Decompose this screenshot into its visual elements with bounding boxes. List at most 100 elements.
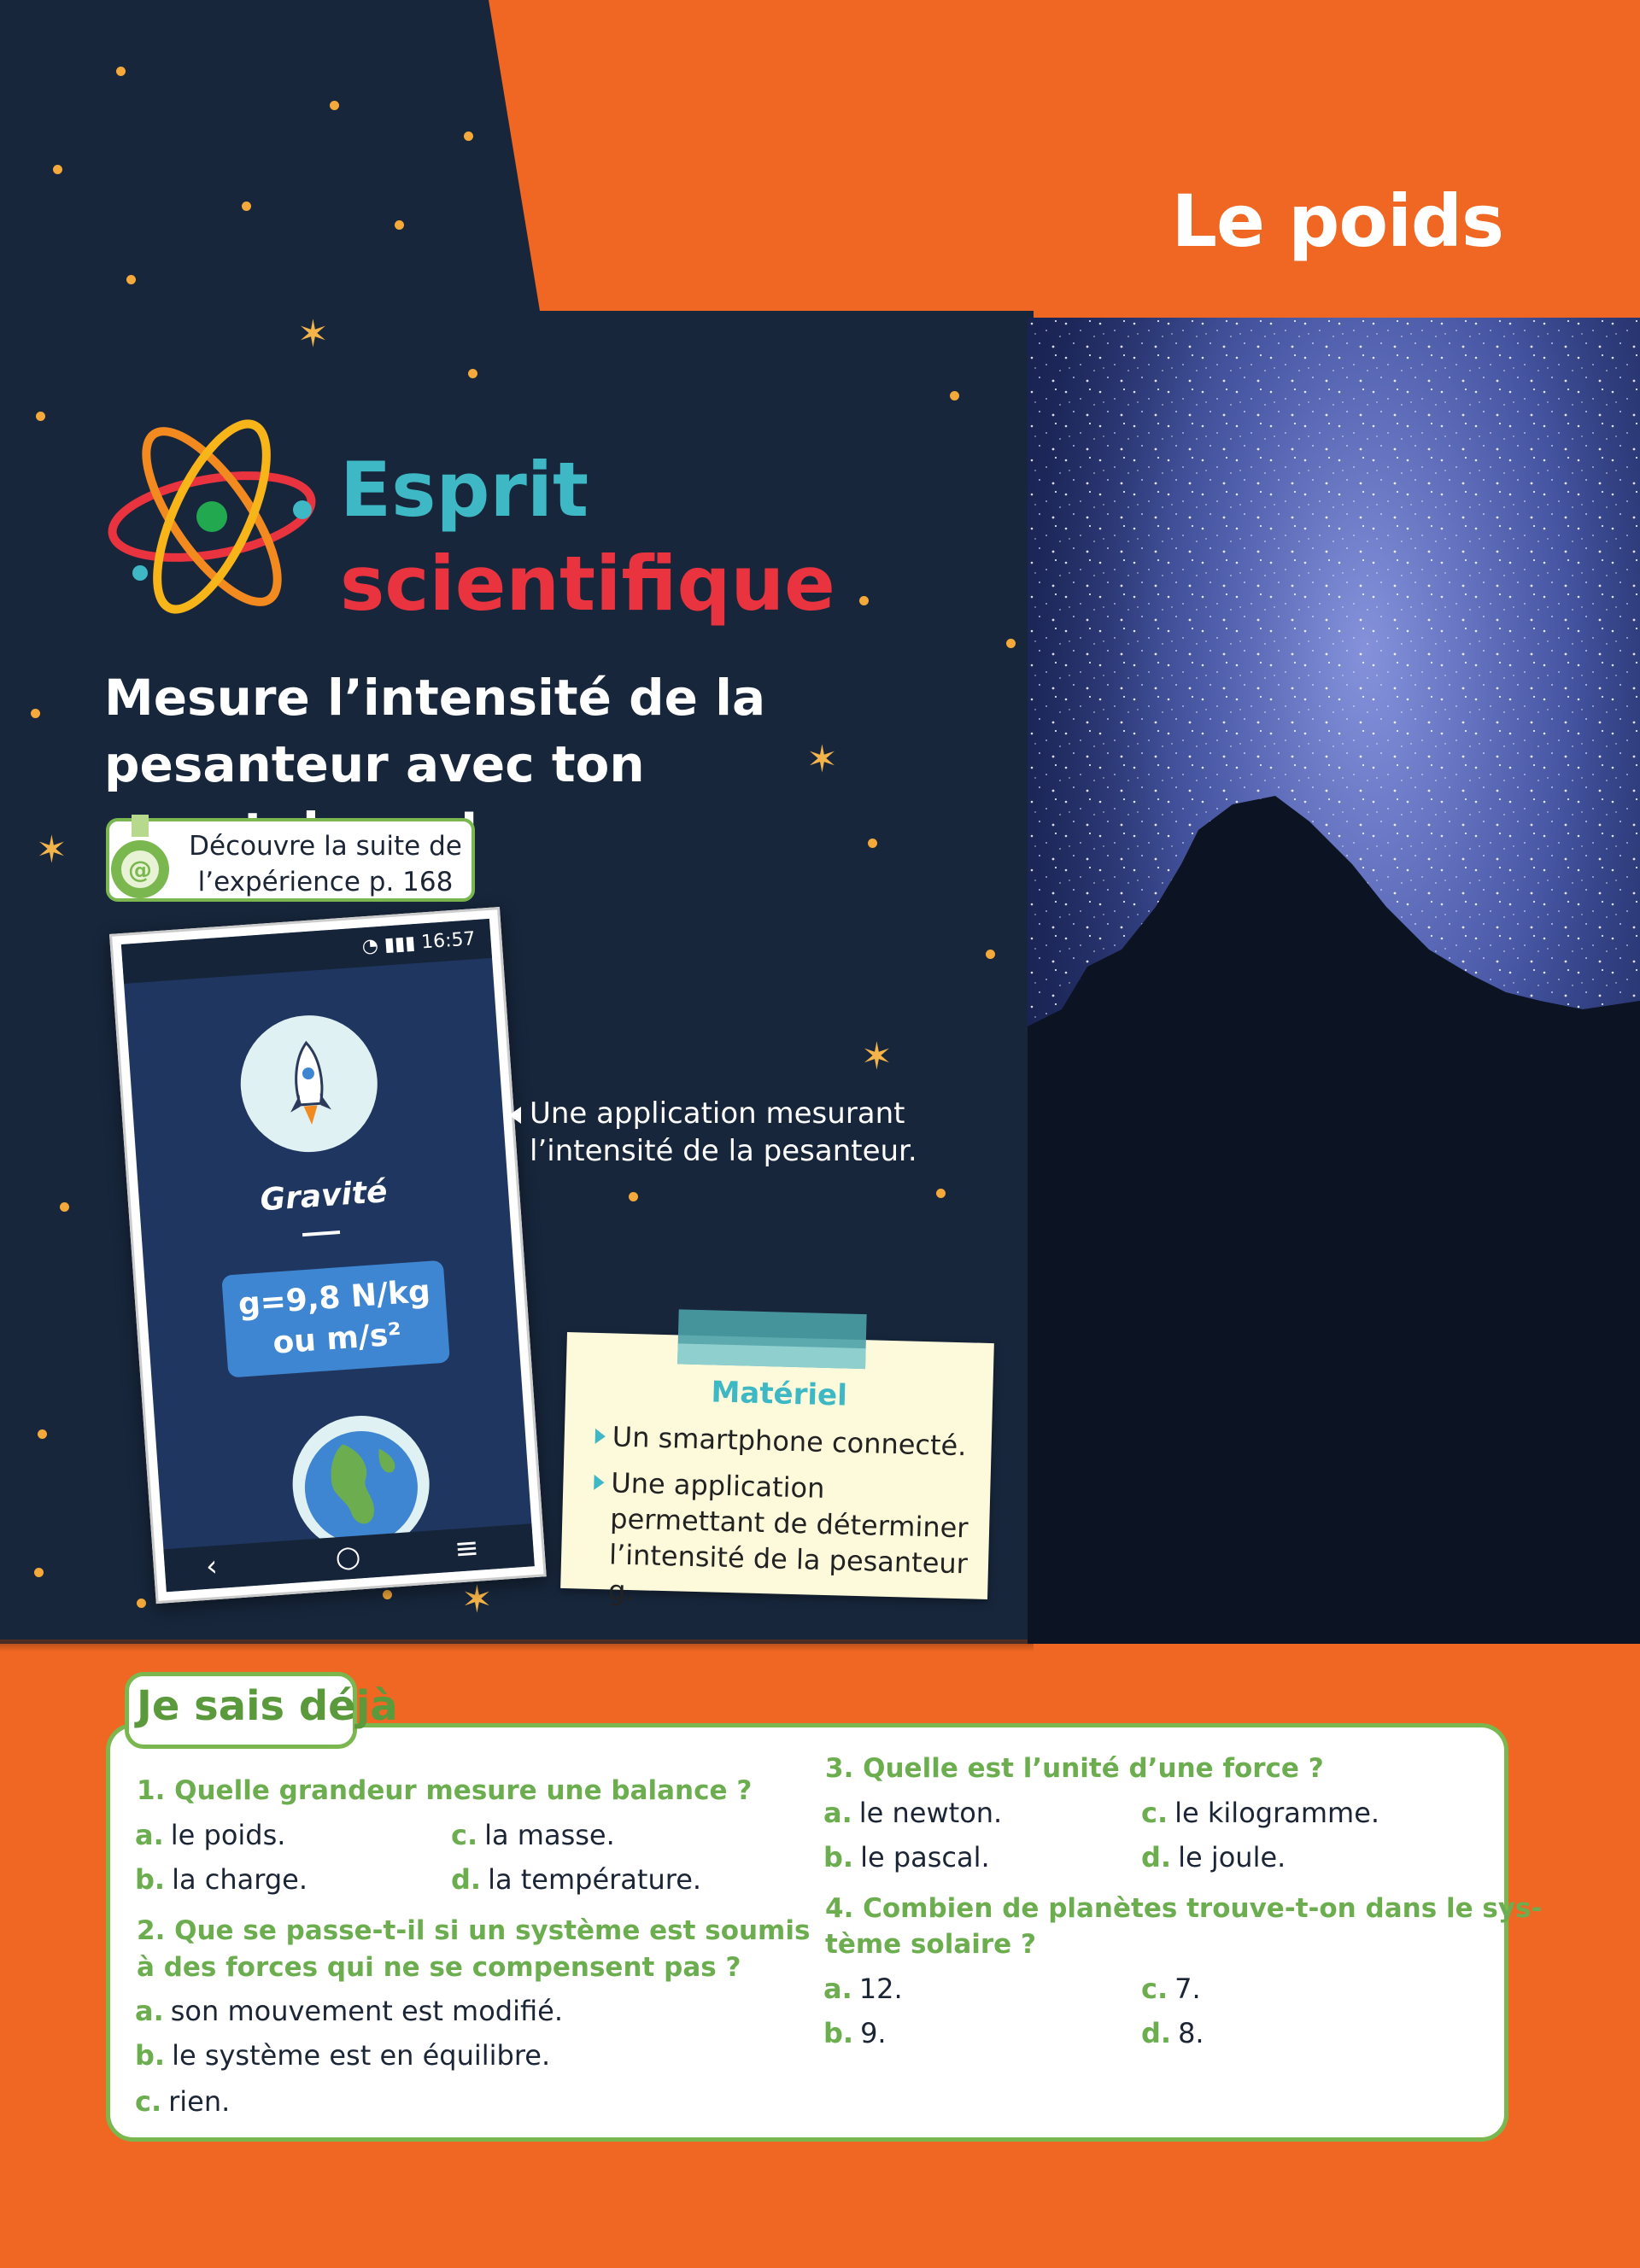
- answer-1c[interactable]: c. la masse.: [451, 1817, 615, 1854]
- answer-text: rien.: [168, 2085, 231, 2118]
- answer-3a[interactable]: a. le newton.: [823, 1795, 1002, 1832]
- night-sky-illustration: [1028, 318, 1640, 1644]
- star-dot: [383, 1590, 392, 1599]
- answer-letter: b.: [823, 2017, 854, 2049]
- answer-3b[interactable]: b. le pascal.: [823, 1839, 990, 1876]
- answer-letter: c.: [1141, 1973, 1168, 2005]
- answer-4c[interactable]: c. 7.: [1141, 1971, 1201, 2008]
- star-dot: [38, 1429, 47, 1439]
- star-dot: [31, 709, 40, 718]
- caption-arrow-icon: [509, 1107, 521, 1124]
- star-dot: [126, 275, 136, 284]
- answer-letter: a.: [823, 1973, 852, 2005]
- caption-line1: Une application mesurant: [530, 1096, 905, 1131]
- answer-text: le poids.: [170, 1819, 286, 1851]
- page-title: Le poids: [1171, 179, 1504, 263]
- answer-letter: a.: [823, 1797, 852, 1829]
- answer-text: la température.: [488, 1863, 702, 1896]
- quiz-title: Je sais déjà: [137, 1682, 398, 1730]
- signal-icon: ▮▮▮: [384, 932, 417, 956]
- discover-text: Découvre la suite de l’expérience p. 168: [184, 828, 466, 900]
- answer-text: la charge.: [172, 1863, 308, 1896]
- question-3: 3. Quelle est l’unité d’une force ?: [825, 1753, 1324, 1784]
- star-dot: [468, 369, 477, 378]
- night-sky-photo: [1028, 318, 1640, 1644]
- answer-text: la masse.: [484, 1819, 615, 1851]
- answer-text: son mouvement est modifié.: [170, 1995, 564, 2027]
- gravity-value-box: g=9,8 N/kg ou m/s²: [221, 1260, 450, 1378]
- star-dot: [986, 950, 995, 959]
- answer-text: 7.: [1174, 1973, 1201, 2005]
- back-button[interactable]: ‹: [205, 1549, 219, 1584]
- status-time: 16:57: [420, 928, 477, 954]
- answer-letter: c.: [1141, 1797, 1168, 1829]
- flask-icon: @: [111, 815, 169, 898]
- materiel-item: Un smartphone connecté.: [612, 1420, 967, 1463]
- question-4-line1: 4. Combien de planètes trouve-t-on dans …: [825, 1893, 1543, 1924]
- star-dot: [116, 67, 126, 76]
- answer-text: le système est en équilibre.: [172, 2039, 551, 2072]
- star-dot: [859, 596, 869, 605]
- answer-letter: a.: [135, 1995, 164, 2027]
- answer-letter: d.: [1141, 2017, 1172, 2049]
- discover-box[interactable]: @ Découvre la suite de l’expérience p. 1…: [106, 815, 475, 902]
- answer-4d[interactable]: d. 8.: [1141, 2015, 1204, 2052]
- answer-letter: a.: [135, 1819, 164, 1851]
- star-dot: [936, 1189, 946, 1198]
- answer-3c[interactable]: c. le kilogramme.: [1141, 1795, 1379, 1832]
- answer-4b[interactable]: b. 9.: [823, 2015, 887, 2052]
- answer-letter: d.: [451, 1863, 482, 1896]
- question-1: 1. Quelle grandeur mesure une balance ?: [137, 1775, 753, 1806]
- svg-text:@: @: [128, 856, 152, 884]
- question-4-line2: tème solaire ?: [825, 1929, 1036, 1960]
- discover-line2: l’expérience p. 168: [197, 867, 454, 897]
- star-dot: [629, 1192, 638, 1201]
- answer-2b[interactable]: b. le système est en équilibre.: [135, 2037, 550, 2074]
- atom-icon: [108, 419, 316, 614]
- star-dot: [242, 202, 251, 211]
- star-icon: ✶: [36, 828, 67, 872]
- star-dot: [34, 1568, 44, 1577]
- answer-letter: c.: [451, 1819, 478, 1851]
- star-dot: [137, 1599, 146, 1608]
- materiel-note: Matériel Un smartphone connecté. Une app…: [560, 1309, 994, 1607]
- star-dot: [1006, 639, 1016, 648]
- tape-highlight: [677, 1343, 866, 1370]
- star-dot: [395, 220, 404, 230]
- answer-text: le newton.: [858, 1797, 1003, 1829]
- answer-4a[interactable]: a. 12.: [823, 1971, 903, 2008]
- star-icon: ✶: [461, 1578, 493, 1622]
- star-dot: [950, 391, 959, 400]
- rocket-icon: [290, 1040, 331, 1125]
- smartphone: ◔ ▮▮▮ 16:57 Gravité g=9,8 N/kg ou m/s² ‹…: [109, 907, 547, 1605]
- answer-1d[interactable]: d. la température.: [451, 1862, 701, 1898]
- wifi-icon: ◔: [360, 935, 379, 958]
- home-button[interactable]: ○: [334, 1539, 361, 1575]
- answer-1a[interactable]: a. le poids.: [135, 1817, 285, 1854]
- brand-line1: Esprit: [340, 446, 589, 534]
- question-2-line2: à des forces qui ne se compensent pas ?: [137, 1952, 741, 1983]
- answer-text: le kilogramme.: [1174, 1797, 1380, 1829]
- answer-letter: b.: [823, 1841, 854, 1873]
- answer-2c[interactable]: c. rien.: [135, 2084, 230, 2120]
- app-name: Gravité: [259, 1174, 389, 1219]
- star-icon: ✶: [861, 1035, 893, 1078]
- divider: [302, 1230, 341, 1237]
- star-dot: [464, 132, 473, 141]
- menu-button[interactable]: ≡: [454, 1531, 480, 1567]
- answer-text: 9.: [860, 2017, 887, 2049]
- answer-text: le pascal.: [860, 1841, 990, 1873]
- answer-1b[interactable]: b. la charge.: [135, 1862, 308, 1898]
- answer-text: le joule.: [1178, 1841, 1286, 1873]
- star-dot: [53, 165, 62, 174]
- page: Le poids ✶ ✶ ✶ ✶ ✶ Esprit scientifique M…: [0, 0, 1640, 2268]
- phone-caption: Une application mesurant l’intensité de …: [530, 1095, 917, 1170]
- star-dot: [60, 1202, 69, 1212]
- rocket-badge: [236, 1010, 383, 1157]
- answer-3d[interactable]: d. le joule.: [1141, 1839, 1286, 1876]
- answer-letter: c.: [135, 2085, 162, 2118]
- materiel-item: Une application permettant de déterminer…: [607, 1466, 969, 1608]
- brand-line2: scientifique: [340, 540, 835, 628]
- answer-2a[interactable]: a. son mouvement est modifié.: [135, 1993, 563, 2030]
- star-dot: [36, 412, 45, 421]
